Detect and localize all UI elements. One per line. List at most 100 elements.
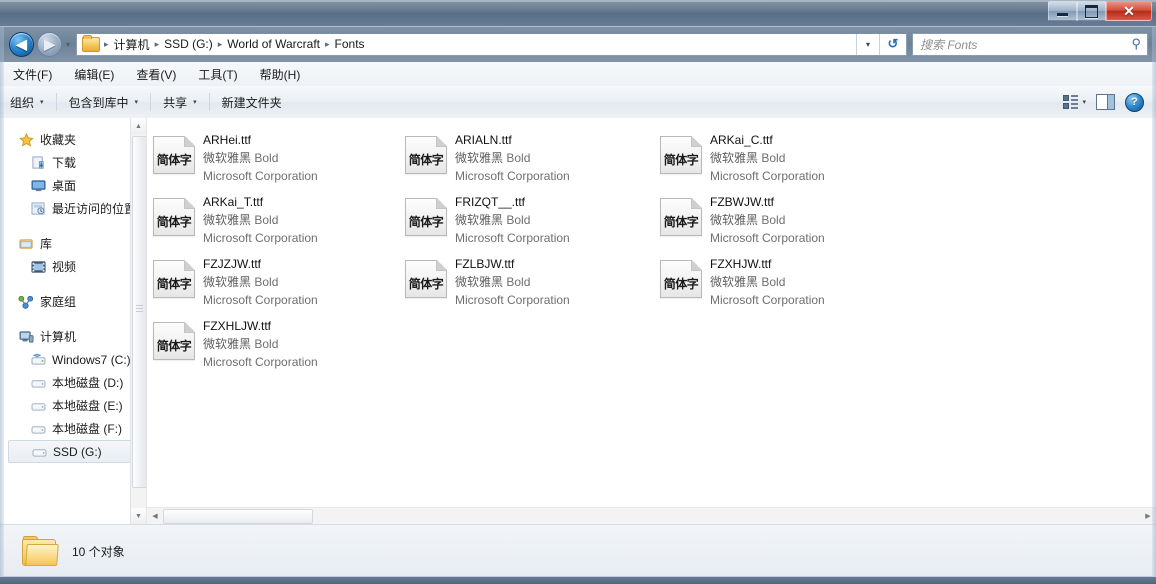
- font-typeface-line: 微软雅黑 Bold: [203, 273, 318, 291]
- font-style-name: Bold: [254, 151, 278, 165]
- file-tile-text: FZBWJW.ttf微软雅黑 BoldMicrosoft Corporation: [710, 192, 825, 247]
- new-folder-button[interactable]: 新建文件夹: [212, 90, 292, 115]
- sidebar-item-5[interactable]: 视频: [0, 255, 146, 278]
- minimize-icon: [1057, 13, 1068, 16]
- page-fold-corner: [691, 260, 702, 271]
- back-button[interactable]: ◀: [9, 32, 34, 57]
- address-bar: ◀ ▶ ▾ ▸ 计算机 ▸ SSD (G:) ▸ World of Warcra…: [0, 26, 1156, 62]
- font-sample-glyph: 简体字: [661, 213, 701, 230]
- file-tile[interactable]: 简体字FZXHLJW.ttf微软雅黑 BoldMicrosoft Corpora…: [153, 310, 403, 372]
- help-button[interactable]: ?: [1121, 90, 1148, 115]
- breadcrumb-item-fonts[interactable]: Fonts: [332, 37, 368, 51]
- toolbar-right-group: ▾ ?: [1059, 90, 1156, 115]
- refresh-icon[interactable]: ↺: [879, 34, 906, 55]
- file-tile-text: ARHei.ttf 微软雅黑 Bold Microsoft Corporation: [203, 130, 318, 185]
- menu-edit[interactable]: 编辑(E): [65, 63, 123, 86]
- forward-button[interactable]: ▶: [37, 32, 62, 57]
- explorer-content: 收藏夹下载桌面最近访问的位置库视频家庭组计算机 Windows7 (C:) 本地磁盘…: [0, 118, 1156, 524]
- font-style-name: Bold: [254, 337, 278, 351]
- title-bar: ✕: [0, 0, 1156, 27]
- menu-help[interactable]: 帮助(H): [251, 63, 310, 86]
- menu-file[interactable]: 文件(F): [4, 63, 61, 86]
- font-style-name: Bold: [506, 213, 530, 227]
- file-tile[interactable]: 简体字ARKai_C.ttf微软雅黑 BoldMicrosoft Corpora…: [660, 124, 910, 186]
- scroll-down-button[interactable]: ▼: [131, 508, 146, 524]
- font-typeface-name: 微软雅黑: [710, 151, 758, 165]
- horizontal-scrollbar[interactable]: ◀ ▶: [147, 507, 1156, 524]
- recent-pages-dropdown[interactable]: ▾: [66, 40, 70, 49]
- sidebar-item-8[interactable]: Windows7 (C:): [0, 348, 146, 371]
- breadcrumb[interactable]: ▸ 计算机 ▸ SSD (G:) ▸ World of Warcraft ▸ F…: [76, 33, 907, 56]
- homegroup-icon: [18, 294, 34, 309]
- sidebar-item-label: Windows7 (C:): [52, 353, 131, 367]
- sidebar-item-label: 计算机: [40, 328, 76, 345]
- file-tile[interactable]: 简体字FZLBJW.ttf微软雅黑 BoldMicrosoft Corporat…: [405, 248, 655, 310]
- window-bottom-border: [0, 576, 1156, 584]
- font-typeface-name: 微软雅黑: [455, 151, 503, 165]
- file-list-pane[interactable]: 简体字 ARHei.ttf 微软雅黑 Bold Microsoft Corporati…: [146, 118, 1156, 524]
- font-vendor: Microsoft Corporation: [203, 167, 318, 185]
- sidebar-item-12[interactable]: SSD (G:): [8, 440, 142, 463]
- include-in-library-button[interactable]: 包含到库中 ▾: [59, 90, 149, 115]
- sidebar-item-0[interactable]: 收藏夹: [0, 128, 146, 151]
- sidebar-item-6[interactable]: 家庭组: [0, 290, 146, 313]
- page-fold-corner: [184, 136, 195, 147]
- file-tile[interactable]: 简体字ARHei.ttf微软雅黑 BoldMicrosoft Corporati…: [153, 124, 403, 186]
- scrollbar-grip: [136, 305, 143, 313]
- breadcrumb-item-ssd[interactable]: SSD (G:): [161, 37, 216, 51]
- file-tile[interactable]: 简体字FZXHJW.ttf微软雅黑 BoldMicrosoft Corporat…: [660, 248, 910, 310]
- breadcrumb-item-computer[interactable]: 计算机: [111, 36, 153, 53]
- change-view-button[interactable]: ▾: [1059, 92, 1090, 112]
- navigation-scrollbar[interactable]: ▲ ▼: [130, 118, 146, 524]
- navigation-pane: 收藏夹下载桌面最近访问的位置库视频家庭组计算机 Windows7 (C:) 本地磁盘…: [0, 118, 146, 524]
- hscrollbar-thumb[interactable]: [163, 509, 313, 524]
- chevron-down-icon[interactable]: ▾: [856, 34, 879, 55]
- font-typeface-name: 微软雅黑: [710, 213, 758, 227]
- menu-tools[interactable]: 工具(T): [189, 63, 246, 86]
- file-tile[interactable]: 简体字FZJZJW.ttf微软雅黑 BoldMicrosoft Corporat…: [153, 248, 403, 310]
- file-tile[interactable]: 简体字ARIALN.ttf微软雅黑 BoldMicrosoft Corporat…: [405, 124, 655, 186]
- font-typeface-name: 微软雅黑: [203, 151, 251, 165]
- breadcrumb-item-wow[interactable]: World of Warcraft: [224, 37, 323, 51]
- file-tile-text: FZJZJW.ttf微软雅黑 BoldMicrosoft Corporation: [203, 254, 318, 309]
- file-tile[interactable]: 简体字ARKai_T.ttf微软雅黑 BoldMicrosoft Corpora…: [153, 186, 403, 248]
- library-icon: [18, 236, 34, 251]
- sidebar-item-2[interactable]: 桌面: [0, 174, 146, 197]
- close-button[interactable]: ✕: [1106, 1, 1152, 21]
- file-tile[interactable]: 简体字FRIZQT__.ttf微软雅黑 BoldMicrosoft Corpor…: [405, 186, 655, 248]
- drive-icon: [30, 375, 46, 390]
- navigation-list: 收藏夹下载桌面最近访问的位置库视频家庭组计算机 Windows7 (C:) 本地磁盘…: [0, 118, 146, 463]
- minimize-button[interactable]: [1048, 1, 1077, 21]
- search-input[interactable]: 搜索 Fonts ⚲: [912, 33, 1148, 56]
- file-tile[interactable]: 简体字 FZBWJW.ttf微软雅黑 BoldMicrosoft Corporat…: [660, 186, 910, 248]
- explorer-window: ✕ ◀ ▶ ▾ ▸ 计算机 ▸ SSD (G:) ▸ World of Warc…: [0, 0, 1156, 584]
- item-count-label: 10 个对象: [72, 543, 125, 560]
- page-fold-corner: [691, 198, 702, 209]
- sidebar-item-7[interactable]: 计算机: [0, 325, 146, 348]
- help-icon: ?: [1125, 93, 1144, 112]
- font-file-icon: 简体字: [405, 198, 447, 236]
- maximize-button[interactable]: [1077, 1, 1106, 21]
- scroll-up-button[interactable]: ▲: [131, 118, 146, 134]
- font-typeface-line: 微软雅黑 Bold: [710, 273, 825, 291]
- file-name: ARHei.ttf: [203, 132, 318, 149]
- view-mode-icon: [1063, 95, 1078, 109]
- menu-bar: 文件(F) 编辑(E) 查看(V) 工具(T) 帮助(H): [0, 62, 1156, 87]
- menu-view[interactable]: 查看(V): [127, 63, 185, 86]
- sidebar-item-1[interactable]: 下载: [0, 151, 146, 174]
- preview-pane-button[interactable]: [1092, 91, 1119, 113]
- font-style-name: Bold: [761, 275, 785, 289]
- scrollbar-thumb[interactable]: [132, 136, 146, 488]
- sidebar-item-11[interactable]: 本地磁盘 (F:): [0, 417, 146, 440]
- sidebar-item-4[interactable]: 库: [0, 232, 146, 255]
- share-button[interactable]: 共享 ▾: [153, 90, 207, 115]
- sidebar-item-9[interactable]: 本地磁盘 (D:): [0, 371, 146, 394]
- navigation-group-gap: [0, 220, 146, 232]
- command-toolbar: 组织 ▾ 包含到库中 ▾ 共享 ▾ 新建文件夹 ▾: [0, 86, 1156, 119]
- scroll-left-button[interactable]: ◀: [147, 508, 163, 523]
- file-name: ARKai_T.ttf: [203, 194, 318, 211]
- organize-button[interactable]: 组织 ▾: [0, 90, 54, 115]
- sidebar-item-3[interactable]: 最近访问的位置: [0, 197, 146, 220]
- sidebar-item-10[interactable]: 本地磁盘 (E:): [0, 394, 146, 417]
- window-left-border: [0, 26, 4, 576]
